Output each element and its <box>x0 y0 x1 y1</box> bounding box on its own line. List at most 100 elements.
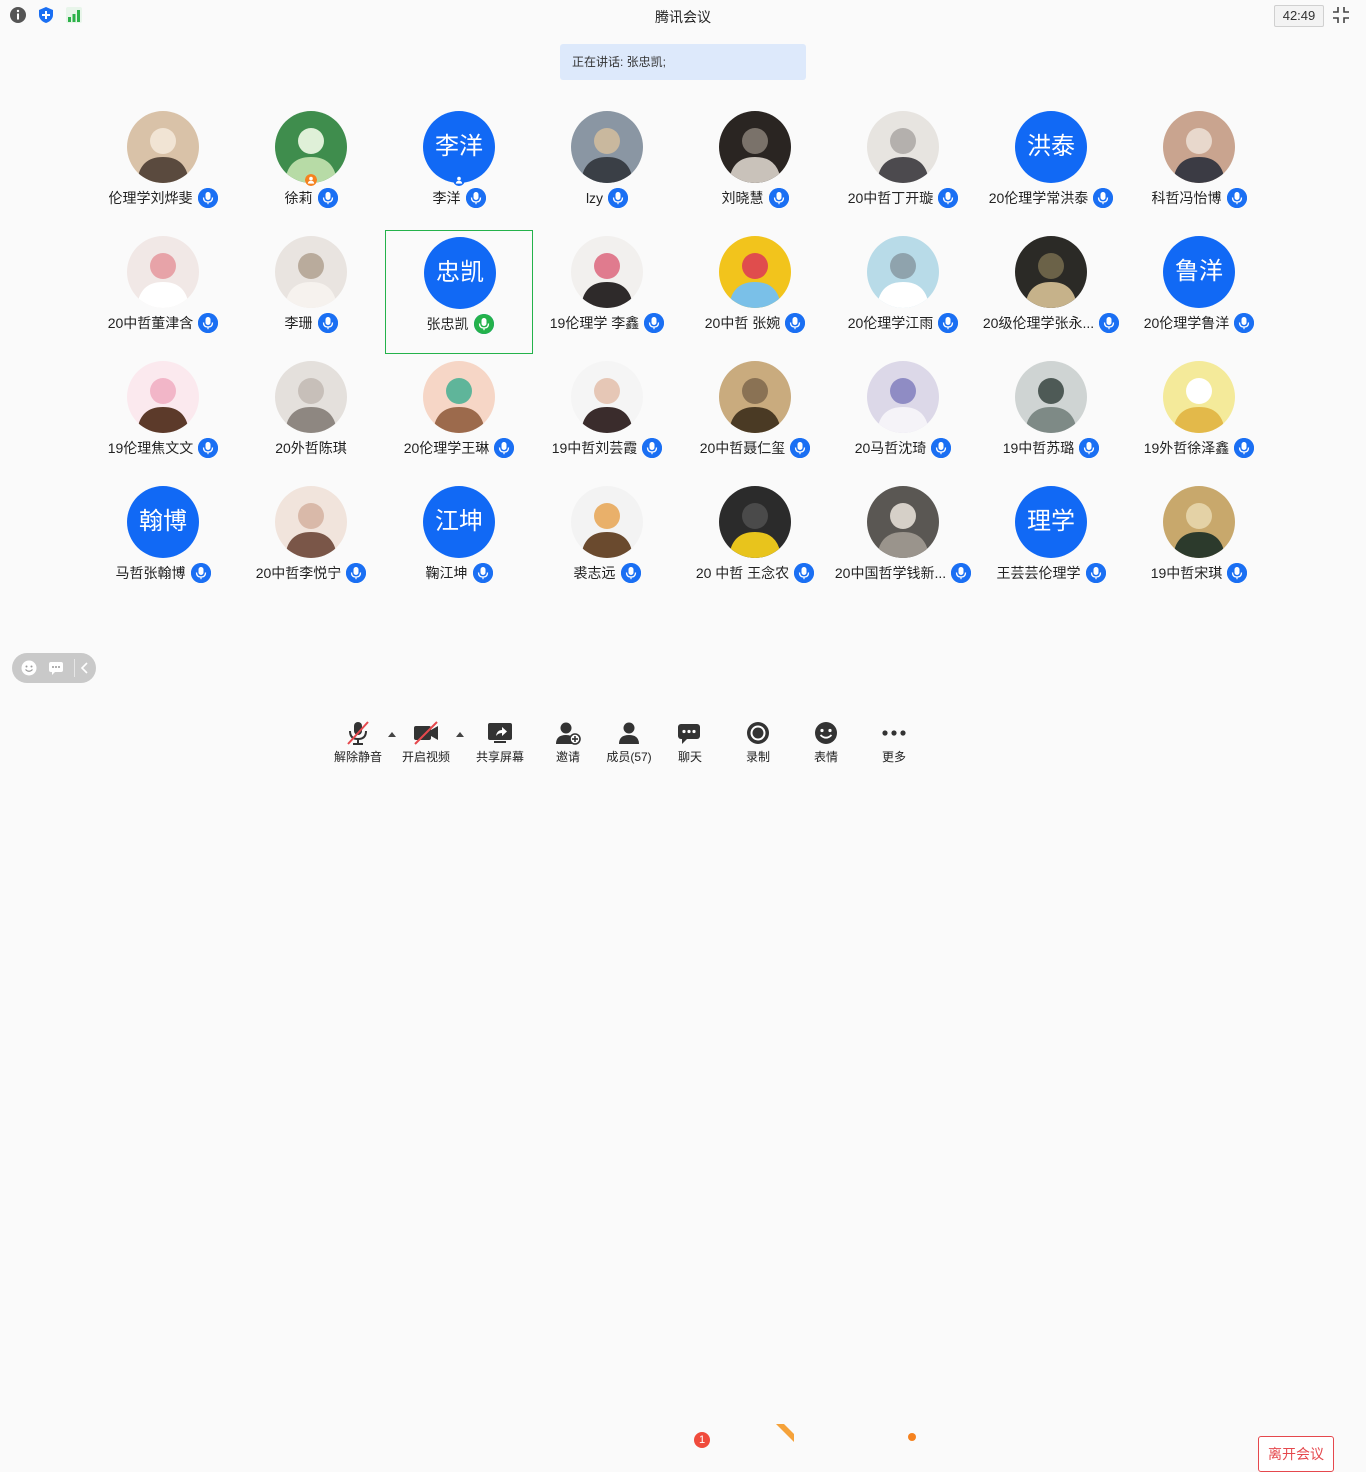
avatar-photo <box>867 236 939 308</box>
chat-unread-badge: 1 <box>694 1432 710 1448</box>
participant-tile[interactable]: 鲁洋 20伦理学鲁洋 <box>1125 230 1273 354</box>
avatar-photo <box>719 236 791 308</box>
emoji-icon[interactable] <box>21 660 37 676</box>
participant-tile[interactable]: 19中哲宋琪 <box>1125 480 1273 604</box>
participant-tile[interactable]: 20级伦理学张永... <box>977 230 1125 354</box>
divider <box>74 659 75 677</box>
mic-icon <box>642 438 663 458</box>
more-notification-dot <box>908 1433 916 1441</box>
participant-name: 20中哲李悦宁 <box>255 565 342 581</box>
unmute-button[interactable]: 解除静音 <box>326 712 390 768</box>
mic-icon <box>198 313 219 333</box>
participant-tile[interactable]: 翰博马哲张翰博 <box>89 480 237 604</box>
participant-name-row: 李洋 <box>385 187 533 209</box>
host-badge-icon <box>305 174 317 186</box>
participant-name: 19外哲徐泽鑫 <box>1143 440 1230 456</box>
participant-tile[interactable]: lzy <box>533 105 681 229</box>
participant-tile[interactable]: 洪泰 20伦理学常洪泰 <box>977 105 1125 229</box>
participant-tile[interactable]: 李珊 <box>237 230 385 354</box>
participant-tile[interactable]: 19伦理焦文文 <box>89 355 237 479</box>
participant-name: 19伦理焦文文 <box>107 440 194 456</box>
mic-icon <box>938 188 959 208</box>
avatar-photo <box>423 361 495 433</box>
participant-name: 20中哲 张婉 <box>704 315 781 331</box>
participant-tile[interactable]: 20中哲聂仁玺 <box>681 355 829 479</box>
participant-name-row: 19中哲宋琪 <box>1125 562 1273 584</box>
participant-tile[interactable]: 20中国哲学钱新... <box>829 480 977 604</box>
participant-tile[interactable]: 20中哲 张婉 <box>681 230 829 354</box>
participant-name: 20 中哲 王念农 <box>695 565 790 581</box>
participant-name: 19中哲刘芸霞 <box>551 440 638 456</box>
record-button[interactable]: 录制 <box>726 712 790 768</box>
start-video-button[interactable]: 开启视频 <box>394 712 458 768</box>
participant-name: 20伦理学王琳 <box>403 440 490 456</box>
avatar-photo <box>275 111 347 183</box>
participant-tile[interactable]: 20伦理学王琳 <box>385 355 533 479</box>
participant-name: 李洋 <box>432 190 461 206</box>
participant-tile[interactable]: 理学 王芸芸伦理学 <box>977 480 1125 604</box>
chat-button[interactable]: 聊天 <box>658 712 722 768</box>
participant-name-row: 鞠江坤 <box>385 562 533 584</box>
participant-name-row: 19伦理焦文文 <box>89 437 237 459</box>
avatar-photo <box>1163 361 1235 433</box>
reactions-button[interactable]: 表情 <box>794 712 858 768</box>
participant-tile[interactable]: 20马哲沈琦 <box>829 355 977 479</box>
avatar-photo <box>571 111 643 183</box>
avatar-photo <box>719 111 791 183</box>
participant-tile[interactable]: 19中哲苏璐 <box>977 355 1125 479</box>
chat-bubble-icon[interactable] <box>48 660 64 676</box>
participant-tile[interactable]: 伦理学刘烨斐 <box>89 105 237 229</box>
participant-name-row: 20中哲丁开璇 <box>829 187 977 209</box>
mic-icon <box>190 563 211 583</box>
avatar-initials: 翰博 <box>127 486 199 558</box>
more-dots-icon <box>882 730 906 736</box>
participant-tile[interactable]: 20中哲李悦宁 <box>237 480 385 604</box>
participant-tile[interactable]: 李洋 李洋 <box>385 105 533 229</box>
participant-tile[interactable]: 20外哲陈琪 <box>237 355 385 479</box>
participant-tile[interactable]: 19外哲徐泽鑫 <box>1125 355 1273 479</box>
participant-name-row: 徐莉 <box>237 187 385 209</box>
chevron-left-icon[interactable] <box>79 660 91 676</box>
video-options-caret-icon[interactable] <box>455 730 465 738</box>
participant-tile[interactable]: 20中哲丁开璇 <box>829 105 977 229</box>
participant-name: 20中哲丁开璇 <box>847 190 934 206</box>
participant-name: 伦理学刘烨斐 <box>108 190 193 206</box>
share-screen-button[interactable]: 共享屏幕 <box>468 712 532 768</box>
participant-tile[interactable]: 20伦理学江雨 <box>829 230 977 354</box>
leave-meeting-button[interactable]: 离开会议 <box>1258 1436 1334 1472</box>
participant-tile[interactable]: 19伦理学 李鑫 <box>533 230 681 354</box>
participant-tile[interactable]: 19中哲刘芸霞 <box>533 355 681 479</box>
participant-tile[interactable]: 科哲冯怡博 <box>1125 105 1273 229</box>
cohost-badge-icon <box>453 174 465 186</box>
avatar-photo <box>571 486 643 558</box>
participant-name-row: 李珊 <box>237 312 385 334</box>
mic-icon <box>198 438 219 458</box>
participant-tile[interactable]: 江坤 鞠江坤 <box>385 480 533 604</box>
participant-tile[interactable]: 刘晓慧 <box>681 105 829 229</box>
participant-name: lzy <box>585 190 604 206</box>
mic-icon <box>938 313 959 333</box>
avatar-photo <box>867 486 939 558</box>
mic-icon <box>1234 438 1255 458</box>
participant-grid: 伦理学刘烨斐 徐莉 李洋 李洋 lzy 刘晓慧 20中哲丁开璇 洪泰 20伦理学常洪泰 科哲冯怡博… <box>0 0 1366 768</box>
participant-tile[interactable]: 忠凯 张忠凯 <box>385 230 533 354</box>
participant-name-row: 20中哲李悦宁 <box>237 562 385 584</box>
participant-name: 李珊 <box>284 315 313 331</box>
participant-tile[interactable]: 20中哲董津含 <box>89 230 237 354</box>
participant-name-row: 19中哲苏璐 <box>977 437 1125 459</box>
avatar-photo <box>127 236 199 308</box>
participant-tile[interactable]: 徐莉 <box>237 105 385 229</box>
smiley-icon <box>815 722 837 744</box>
more-button[interactable]: 更多 <box>862 712 926 768</box>
mic-icon <box>951 563 972 583</box>
participant-name-row: 张忠凯 <box>386 313 534 335</box>
avatar-photo <box>867 361 939 433</box>
participant-name-row: 王芸芸伦理学 <box>977 562 1125 584</box>
share-screen-icon <box>488 723 512 743</box>
participant-name-row: 20中国哲学钱新... <box>829 562 977 584</box>
participant-tile[interactable]: 20 中哲 王念农 <box>681 480 829 604</box>
participant-name: 马哲张翰博 <box>115 565 186 581</box>
floating-controls[interactable] <box>12 653 96 683</box>
participant-name-row: 20中哲 张婉 <box>681 312 829 334</box>
participant-tile[interactable]: 裘志远 <box>533 480 681 604</box>
